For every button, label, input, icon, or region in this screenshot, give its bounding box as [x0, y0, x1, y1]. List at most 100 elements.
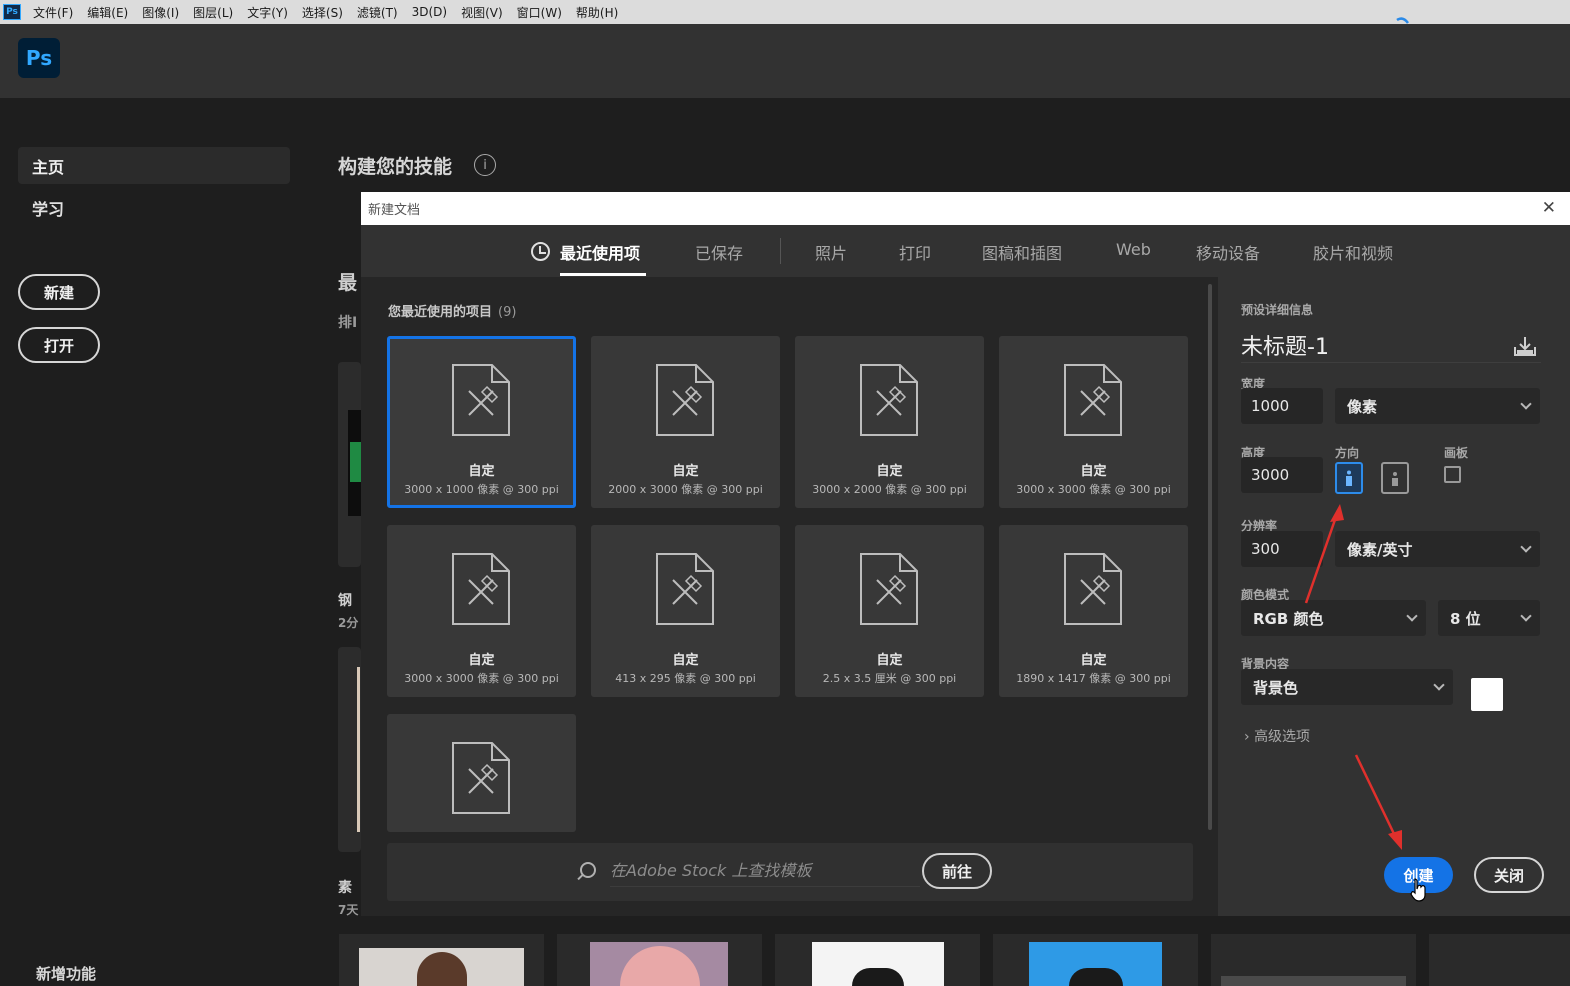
menu-view[interactable]: 视图(V) — [461, 4, 503, 21]
dialog-titlebar: 新建文档 ✕ — [361, 192, 1570, 225]
bg-thumbnail[interactable] — [1429, 934, 1570, 986]
preset-category-tabs: 最近使用项 已保存 照片 打印 图稿和插图 Web 移动设备 胶片和视频 — [361, 225, 1570, 277]
preset-card[interactable]: 自定 2.5 x 3.5 厘米 @ 300 ppi — [795, 525, 984, 697]
landscape-orientation-button[interactable] — [1381, 462, 1409, 494]
recent-items-title: 您最近使用的项目 — [388, 305, 493, 320]
preset-dimensions: 1890 x 1417 像素 @ 300 ppi — [1016, 672, 1171, 685]
tab-recent[interactable]: 最近使用项 — [560, 240, 640, 264]
menu-3d[interactable]: 3D(D) — [412, 5, 447, 19]
menu-image[interactable]: 图像(I) — [142, 4, 179, 21]
preset-dimensions: 2000 x 3000 像素 @ 300 ppi — [608, 483, 763, 496]
preset-card[interactable]: 自定 3000 x 1000 像素 @ 300 ppi — [387, 336, 576, 508]
preset-card[interactable]: 自定 3000 x 3000 像素 @ 300 ppi — [387, 525, 576, 697]
bg-card — [338, 362, 361, 567]
preset-name: 自定 — [1080, 653, 1107, 668]
blue-mark-icon — [1396, 17, 1410, 24]
document-icon — [452, 364, 510, 436]
resolution-unit-select[interactable]: 像素/英寸 — [1335, 531, 1540, 567]
document-icon — [656, 364, 714, 436]
presets-scrollbar[interactable] — [1208, 284, 1212, 830]
width-unit-select[interactable]: 像素 — [1335, 388, 1540, 424]
whats-new-link[interactable]: 新增功能 — [36, 963, 96, 984]
open-button[interactable]: 打开 — [18, 327, 100, 363]
close-icon[interactable]: ✕ — [1542, 198, 1556, 218]
tab-print[interactable]: 打印 — [899, 240, 931, 264]
close-button[interactable]: 关闭 — [1474, 857, 1544, 893]
tab-art-illustration[interactable]: 图稿和插图 — [982, 240, 1062, 264]
annotation-arrow-icon — [1354, 754, 1402, 850]
chevron-down-icon — [1433, 679, 1445, 691]
active-tab-indicator — [560, 273, 646, 276]
clock-icon — [531, 242, 550, 261]
menu-help[interactable]: 帮助(H) — [576, 4, 618, 21]
advanced-options-toggle[interactable]: › 高级选项 — [1244, 726, 1310, 746]
preset-card[interactable]: 自定 413 x 295 像素 @ 300 ppi — [591, 525, 780, 697]
portrait-hair — [1069, 968, 1123, 986]
bg-sort-fragment: 排I — [338, 315, 358, 331]
bg-card-image — [357, 667, 360, 832]
tab-web[interactable]: Web — [1116, 240, 1151, 259]
nav-item-home[interactable]: 主页 — [18, 147, 290, 184]
bg-thumbnail[interactable] — [1211, 934, 1416, 986]
bit-depth-select[interactable]: 8 位 — [1438, 600, 1540, 636]
preset-dimensions: 3000 x 3000 像素 @ 300 ppi — [1016, 483, 1171, 496]
document-name[interactable]: 未标题-1 — [1241, 329, 1329, 361]
menu-layer[interactable]: 图层(L) — [193, 4, 233, 21]
bg-title-fragment: 钢 — [338, 593, 352, 609]
thumbnail-image — [1029, 942, 1162, 986]
preset-card[interactable]: 自定 1890 x 1417 像素 @ 300 ppi — [999, 525, 1188, 697]
info-icon[interactable]: i — [474, 154, 496, 176]
bg-thumbnail[interactable] — [775, 934, 980, 986]
document-name-underline — [1241, 362, 1541, 363]
nav-item-learn[interactable]: 学习 — [32, 196, 64, 220]
resolution-unit-value: 像素/英寸 — [1347, 540, 1413, 559]
stock-search-input[interactable] — [610, 855, 920, 887]
menu-filter[interactable]: 滤镜(T) — [357, 4, 398, 21]
stock-search-bar: 前往 — [387, 843, 1193, 901]
bg-card — [338, 647, 361, 852]
preset-card[interactable]: 自定 2000 x 3000 像素 @ 300 ppi — [591, 336, 780, 508]
tab-photo[interactable]: 照片 — [815, 240, 847, 264]
advanced-options-label: 高级选项 — [1254, 729, 1311, 745]
menu-file[interactable]: 文件(F) — [33, 4, 73, 21]
preset-card[interactable]: 自定 3000 x 2000 像素 @ 300 ppi — [795, 336, 984, 508]
preset-card[interactable]: 自定 3000 x 3000 像素 @ 300 ppi — [999, 336, 1188, 508]
go-button[interactable]: 前往 — [922, 853, 992, 889]
landscape-icon — [1392, 472, 1398, 486]
bg-thumbnail[interactable] — [339, 934, 544, 986]
menu-type[interactable]: 文字(Y) — [247, 4, 288, 21]
chevron-right-icon: › — [1244, 729, 1250, 745]
portrait-orientation-button[interactable] — [1335, 462, 1363, 494]
background-select[interactable]: 背景色 — [1241, 669, 1453, 705]
document-icon — [452, 742, 510, 814]
preset-card[interactable] — [387, 714, 576, 832]
chevron-down-icon — [1520, 541, 1532, 553]
thumbnail-image — [812, 942, 944, 986]
tab-saved[interactable]: 已保存 — [695, 240, 743, 264]
document-icon — [860, 553, 918, 625]
chevron-down-icon — [1406, 610, 1418, 622]
bg-thumbnail[interactable] — [557, 934, 762, 986]
background-value: 背景色 — [1253, 678, 1299, 697]
menu-select[interactable]: 选择(S) — [302, 4, 343, 21]
preset-name: 自定 — [468, 653, 495, 668]
bg-card-accent — [350, 442, 361, 482]
portrait-hair — [417, 952, 467, 986]
width-input[interactable]: 1000 — [1241, 388, 1323, 424]
artboard-checkbox[interactable] — [1444, 466, 1461, 483]
height-input[interactable]: 3000 — [1241, 457, 1323, 493]
menu-window[interactable]: 窗口(W) — [517, 4, 562, 21]
save-preset-icon[interactable] — [1512, 335, 1538, 357]
tab-mobile[interactable]: 移动设备 — [1196, 240, 1260, 264]
preset-dimensions: 3000 x 3000 像素 @ 300 ppi — [404, 672, 559, 685]
background-color-swatch[interactable] — [1471, 678, 1503, 711]
menu-bar: Ps 文件(F) 编辑(E) 图像(I) 图层(L) 文字(Y) 选择(S) 滤… — [0, 0, 1570, 24]
preset-dimensions: 3000 x 2000 像素 @ 300 ppi — [812, 483, 967, 496]
tab-film-video[interactable]: 胶片和视频 — [1313, 240, 1393, 264]
menu-edit[interactable]: 编辑(E) — [87, 4, 128, 21]
thumbnail-image — [590, 942, 728, 986]
new-button[interactable]: 新建 — [18, 274, 100, 310]
recent-items-label: 您最近使用的项目 (9) — [388, 301, 516, 320]
thumbnail-image — [359, 948, 524, 986]
bg-thumbnail[interactable] — [993, 934, 1198, 986]
